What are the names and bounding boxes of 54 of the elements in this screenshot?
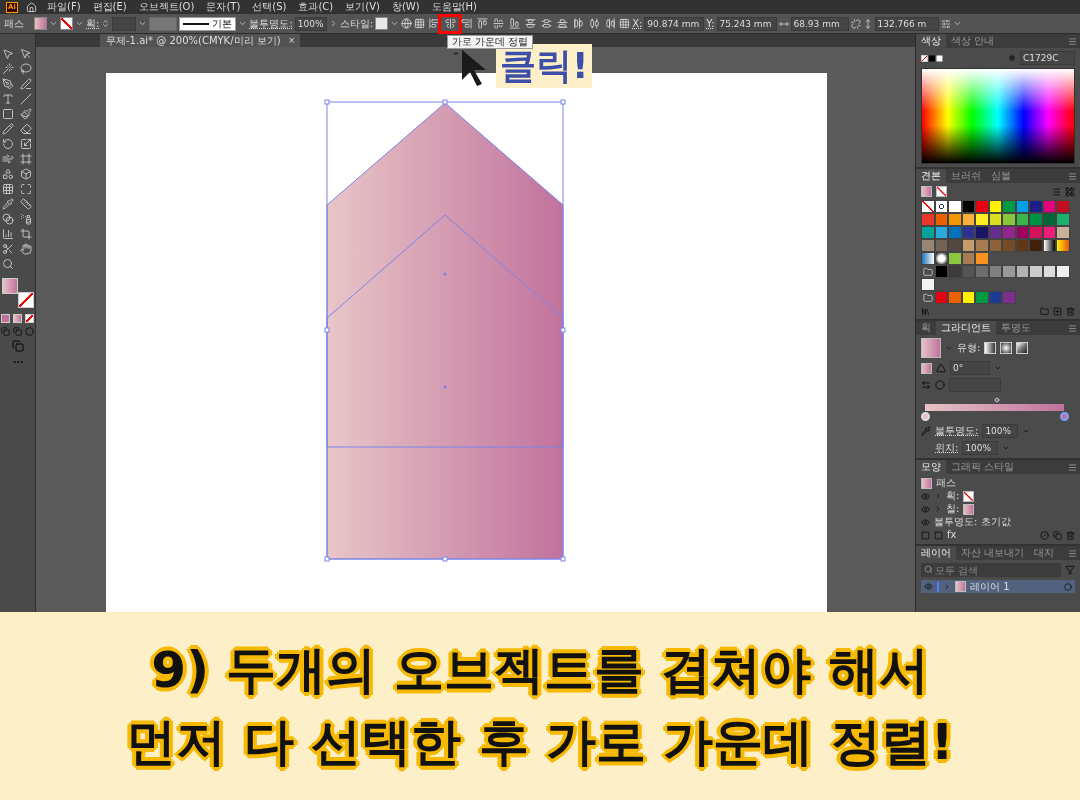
document-title: 무제-1.ai* @ 200%(CMYK/미리 보기)	[106, 34, 281, 47]
menu-item[interactable]: 효과(C)	[296, 1, 336, 13]
y-label[interactable]: Y:	[706, 17, 715, 30]
search-field[interactable]: 모두 검색	[921, 563, 1061, 577]
opacity-field[interactable]: 100%	[294, 16, 327, 31]
x-field[interactable]: 90.874 mm	[644, 16, 705, 31]
attribute-label[interactable]: 칠:	[946, 503, 960, 515]
caption-text: 9) 두개의 오브젝트를 겹쳐야 해서	[151, 640, 929, 701]
type-label: 유형:	[957, 342, 981, 354]
panel-tab[interactable]: 획	[916, 321, 936, 335]
panel-tab[interactable]: 투명도	[996, 321, 1036, 335]
menu-item[interactable]: 문자(T)	[204, 1, 243, 13]
location-label[interactable]: 위치:	[935, 442, 959, 454]
panel-tab[interactable]: 심볼	[986, 169, 1016, 183]
menu-item[interactable]: 선택(S)	[250, 1, 289, 13]
x-label[interactable]: X:	[632, 17, 643, 30]
object-label: 패스	[936, 477, 956, 489]
document-tab[interactable]: 무제-1.ai* @ 200%(CMYK/미리 보기) ×	[100, 34, 301, 47]
width-field[interactable]: 68.93 mm	[790, 16, 849, 31]
opacity-label[interactable]: 불투명도:	[935, 425, 979, 437]
panel-tab[interactable]: 색상 안내	[946, 34, 1000, 48]
object-type-label: 패스	[4, 17, 24, 30]
layer-row[interactable]: 레이어 1	[921, 580, 1075, 593]
panel-tab[interactable]: 브러쉬	[946, 169, 986, 183]
location-field[interactable]: 100%	[962, 441, 999, 455]
attribute-label[interactable]: 획:	[946, 490, 960, 502]
panel-tab[interactable]: 색상	[916, 34, 946, 48]
menu-item[interactable]: 창(W)	[389, 1, 422, 13]
menu-item[interactable]: 편집(E)	[90, 1, 129, 13]
effects-button[interactable]: fx	[947, 529, 957, 541]
panel-tab[interactable]: 자산 내보내기	[956, 546, 1030, 560]
opacity-field[interactable]: 100%	[982, 424, 1019, 438]
menu-item[interactable]: 보기(V)	[343, 1, 382, 13]
panel-tab[interactable]: 모양	[916, 460, 946, 474]
style-label: 스타일:	[339, 17, 374, 30]
caption-text: 먼저 다 선택한 후 가로 가운데 정렬!	[126, 712, 954, 773]
opacity-row-label[interactable]: 불투명도: 초기값	[934, 516, 1011, 528]
layer-name[interactable]: 레이어 1	[970, 580, 1010, 593]
menu-item[interactable]: 오브젝트(O)	[136, 1, 197, 13]
angle-field[interactable]: 0°	[950, 361, 990, 375]
panel-tab[interactable]: 견본	[916, 169, 946, 183]
hex-field[interactable]: C1729C	[1020, 51, 1075, 65]
menu-item[interactable]: 파일(F)	[45, 1, 83, 13]
panel-tab[interactable]: 대지	[1029, 546, 1060, 560]
brush-style-dropdown[interactable]: 기본	[179, 16, 237, 31]
y-field[interactable]: 75.243 mm	[716, 16, 777, 31]
opacity-label[interactable]: 불투명도:	[249, 17, 293, 30]
panel-tab[interactable]: 그라디언트	[936, 321, 996, 335]
panel-tab[interactable]: 그래픽 스타일	[946, 460, 1020, 474]
menu-item[interactable]: 도움말(H)	[429, 1, 479, 13]
panel-tab[interactable]: 레이어	[916, 546, 956, 560]
height-field[interactable]: 132.766 m	[874, 16, 939, 31]
stroke-label[interactable]: 획:	[86, 17, 100, 30]
close-button[interactable]: ×	[288, 34, 295, 47]
